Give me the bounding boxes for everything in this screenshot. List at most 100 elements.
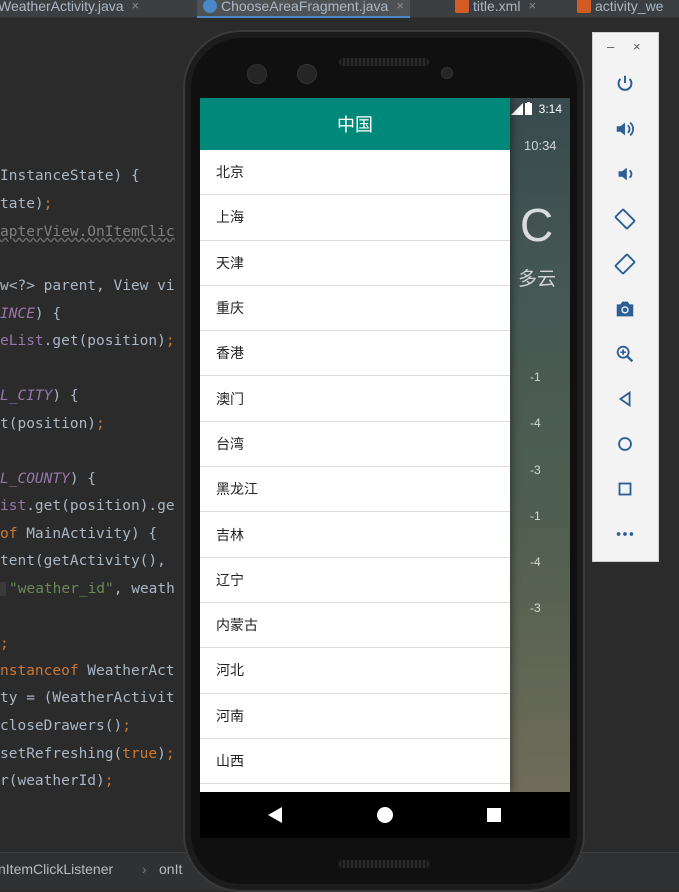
tab-choose-area-fragment[interactable]: ChooseAreaFragment.java × bbox=[197, 0, 410, 19]
emulator-control-panel: – × bbox=[592, 32, 659, 562]
back-button[interactable] bbox=[609, 383, 641, 415]
code-line: ; bbox=[0, 636, 9, 652]
tab-label: WeatherActivity.java bbox=[0, 0, 124, 14]
tab-weather-activity[interactable]: WeatherActivity.java × bbox=[0, 0, 139, 16]
province-list-item[interactable]: 山西 bbox=[200, 739, 510, 785]
rotate-right-button[interactable] bbox=[609, 248, 641, 280]
province-list-item[interactable]: 上海 bbox=[200, 195, 510, 241]
rotate-left-icon bbox=[614, 208, 636, 230]
breadcrumb-separator: › bbox=[142, 861, 147, 877]
front-camera-icon bbox=[247, 64, 267, 84]
province-list-item[interactable]: 北京 bbox=[200, 150, 510, 196]
province-list: 北京 上海 天津 重庆 香港 澳门 台湾 黑龙江 吉林 辽宁 内蒙古 河北 河南 山西 bbox=[200, 150, 510, 785]
nav-back-button[interactable] bbox=[245, 792, 305, 838]
status-clock: 3:14 bbox=[538, 102, 562, 116]
phone-emulator: 10:34 C 多云 -1 -4 -3 -1 -4 -3 3:14 中国 北京上… bbox=[183, 30, 585, 892]
tab-close-icon[interactable]: × bbox=[528, 0, 536, 13]
code-line: ist.get(position).ge bbox=[0, 498, 175, 514]
province-list-item[interactable]: 香港 bbox=[200, 331, 510, 377]
province-list-item[interactable]: 天津 bbox=[200, 241, 510, 286]
nav-overview-button[interactable] bbox=[464, 792, 524, 838]
forecast-min: -1 bbox=[530, 370, 541, 384]
home-circle-icon bbox=[377, 807, 393, 823]
overview-button[interactable] bbox=[609, 473, 641, 505]
tab-label: title.xml bbox=[473, 0, 521, 14]
minimize-button[interactable]: – bbox=[607, 39, 614, 54]
code-line: "weather_id", weath bbox=[0, 581, 175, 597]
forecast-min: -3 bbox=[530, 601, 541, 615]
tab-close-icon[interactable]: × bbox=[396, 0, 404, 13]
volume-down-icon bbox=[618, 167, 633, 181]
top-speaker bbox=[339, 58, 429, 66]
code-line: nstanceof WeatherAct bbox=[0, 663, 175, 679]
tab-activity-weather[interactable]: activity_we bbox=[577, 0, 663, 16]
weather-update-time: 10:34 bbox=[524, 138, 557, 153]
overview-icon bbox=[618, 482, 632, 496]
overview-square-icon bbox=[487, 808, 501, 822]
province-list-item[interactable]: 台湾 bbox=[200, 422, 510, 468]
weather-info: 多云 bbox=[518, 269, 557, 290]
zoom-button[interactable] bbox=[609, 338, 641, 370]
java-class-icon bbox=[203, 0, 217, 13]
proximity-sensor-icon bbox=[441, 67, 453, 79]
tab-close-icon[interactable]: × bbox=[132, 0, 140, 13]
back-icon bbox=[618, 390, 631, 408]
breadcrumb-item-method[interactable]: onIt bbox=[159, 861, 182, 877]
nav-home-button[interactable] bbox=[355, 792, 415, 838]
more-button[interactable] bbox=[609, 518, 641, 550]
drawer-title: 中国 bbox=[200, 98, 510, 150]
province-list-item[interactable]: 重庆 bbox=[200, 286, 510, 332]
forecast-min: -4 bbox=[530, 416, 541, 430]
code-line: apterView.OnItemClic bbox=[0, 224, 175, 240]
code-line: L_COUNTY) { bbox=[0, 471, 97, 487]
zoom-icon bbox=[616, 345, 634, 363]
province-list-item[interactable]: 黑龙江 bbox=[200, 467, 510, 513]
close-button[interactable]: × bbox=[633, 39, 641, 54]
editor-tab-bar: WeatherActivity.java × ChooseAreaFragmen… bbox=[0, 0, 679, 19]
signal-icon bbox=[511, 103, 523, 115]
tab-label: ChooseAreaFragment.java bbox=[221, 0, 389, 14]
more-icon bbox=[616, 532, 634, 536]
province-list-item[interactable]: 河南 bbox=[200, 694, 510, 739]
battery-icon bbox=[525, 102, 532, 115]
province-list-item[interactable]: 澳门 bbox=[200, 376, 510, 422]
code-line: w<?> parent, View vi bbox=[0, 278, 175, 294]
back-triangle-icon bbox=[268, 807, 282, 823]
code-line: t(position); bbox=[0, 416, 105, 432]
power-icon bbox=[617, 75, 633, 91]
navigation-bar bbox=[200, 792, 570, 838]
home-button[interactable] bbox=[609, 428, 641, 460]
code-line: tent(getActivity(), bbox=[0, 553, 175, 569]
province-list-item[interactable]: 吉林 bbox=[200, 512, 510, 558]
volume-up-icon bbox=[616, 121, 634, 137]
xml-file-icon bbox=[577, 0, 591, 13]
code-line: closeDrawers(); bbox=[0, 718, 131, 734]
home-icon bbox=[618, 437, 632, 451]
code-line: setRefreshing(true); bbox=[0, 746, 175, 762]
code-line: r(weatherId); bbox=[0, 773, 114, 789]
weather-temperature: C bbox=[520, 199, 554, 251]
area-drawer[interactable]: 中国 北京 上海 天津 重庆 香港 澳门 台湾 黑龙江 吉林 辽宁 内蒙古 河北 河南 山西 bbox=[200, 98, 510, 792]
province-list-item[interactable]: 辽宁 bbox=[200, 558, 510, 603]
forecast-min: -4 bbox=[530, 555, 541, 569]
bottom-speaker bbox=[339, 860, 429, 868]
screenshot-button[interactable] bbox=[609, 293, 641, 325]
province-list-item[interactable]: 内蒙古 bbox=[200, 603, 510, 649]
xml-file-icon bbox=[455, 0, 469, 13]
power-button[interactable] bbox=[609, 68, 641, 100]
phone-screen[interactable]: 10:34 C 多云 -1 -4 -3 -1 -4 -3 3:14 中国 北京上… bbox=[200, 98, 570, 838]
sensor-icon bbox=[297, 64, 317, 84]
tab-title-xml[interactable]: title.xml × bbox=[455, 0, 536, 16]
province-list-item[interactable]: 河北 bbox=[200, 648, 510, 694]
forecast-min: -3 bbox=[530, 463, 541, 477]
camera-icon bbox=[616, 301, 634, 317]
code-line: tate); bbox=[0, 196, 53, 212]
breadcrumb-item-listener[interactable]: nItemClickListener bbox=[0, 861, 113, 877]
rotate-left-button[interactable] bbox=[609, 203, 641, 235]
code-line: eList.get(position); bbox=[0, 333, 175, 349]
code-line: INCE) { bbox=[0, 306, 62, 322]
forecast-min: -1 bbox=[530, 509, 541, 523]
volume-down-button[interactable] bbox=[609, 158, 641, 190]
rotate-right-icon bbox=[614, 253, 636, 275]
volume-up-button[interactable] bbox=[609, 113, 641, 145]
